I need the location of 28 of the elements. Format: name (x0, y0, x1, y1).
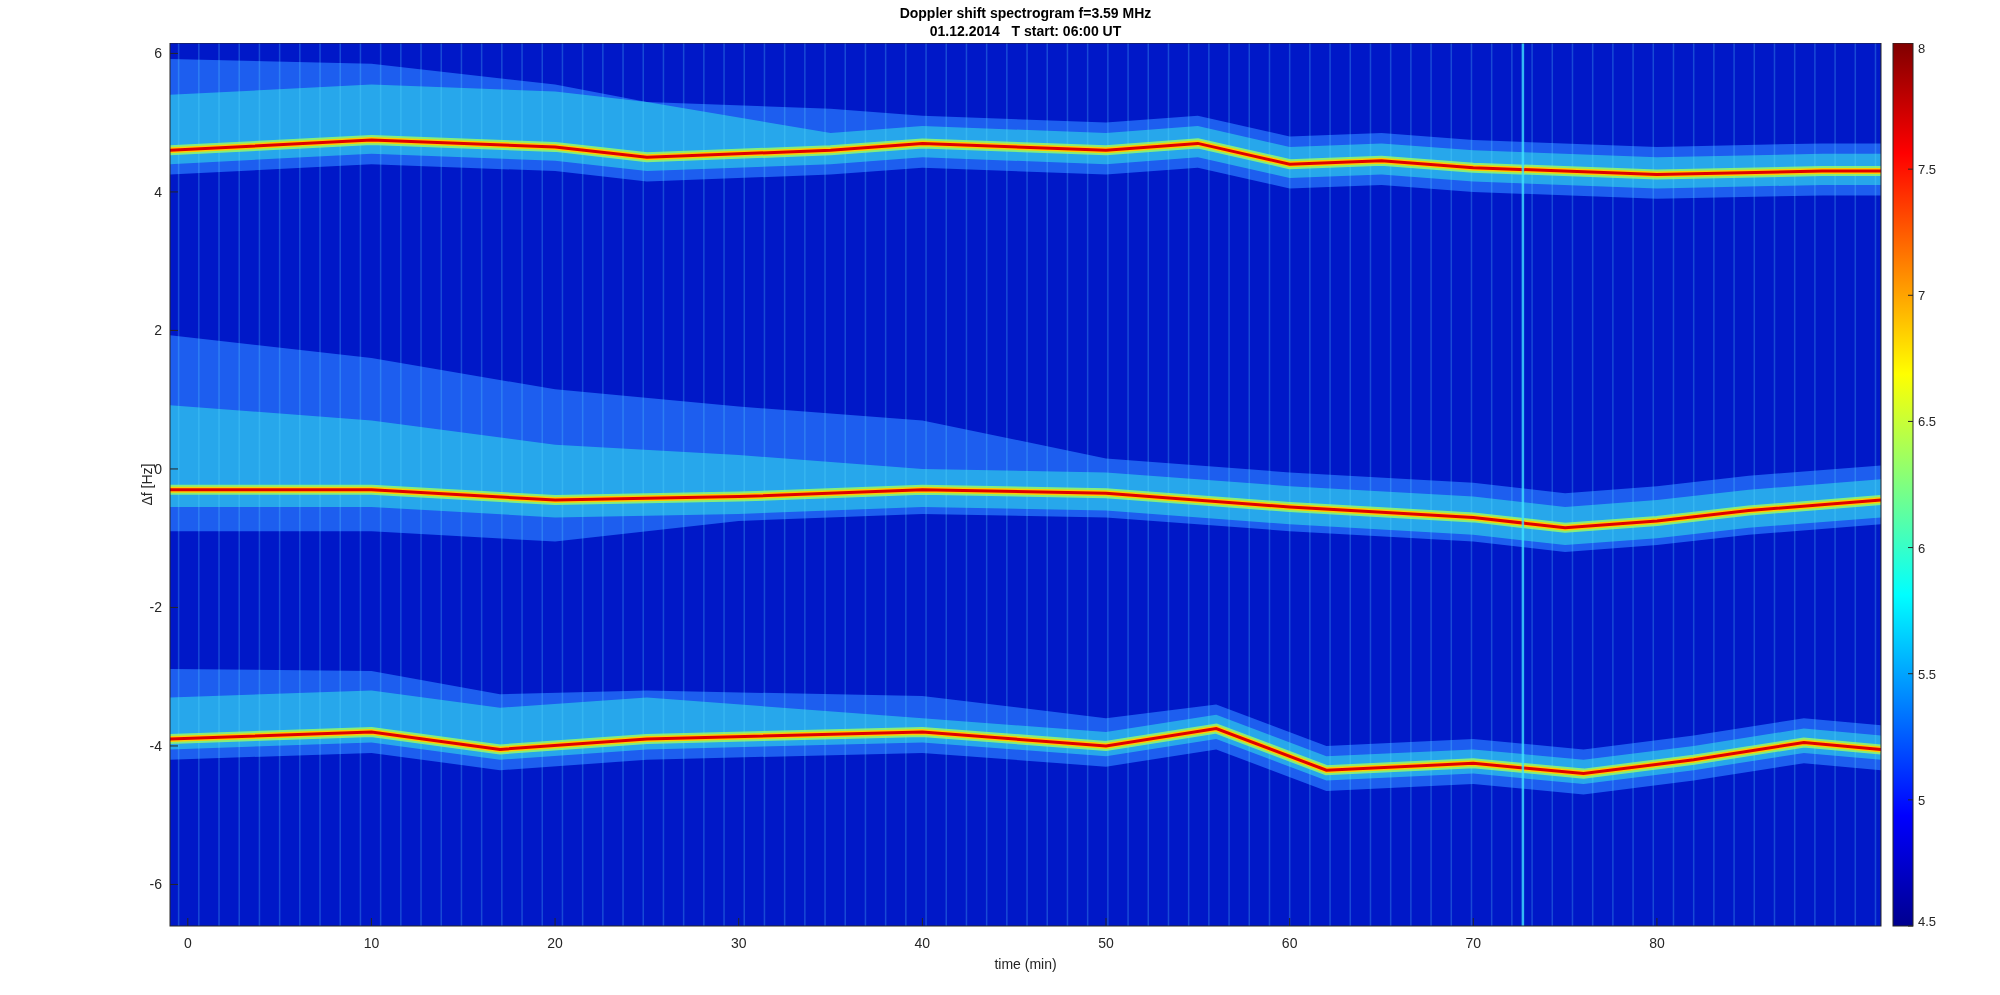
colorbar-tick-label: 7 (1918, 288, 1926, 304)
y-tick-label: -2 (149, 599, 162, 616)
colorbar-tick-label: 4.5 (1918, 914, 1937, 929)
colorbar-tick-label: 5 (1918, 792, 1926, 808)
x-tick-label: 20 (547, 935, 563, 951)
y-tick-label: 0 (154, 460, 162, 477)
x-tick-label: 70 (1465, 935, 1482, 951)
colorbar-tick-label: 6 (1918, 540, 1926, 556)
x-tick-label: 50 (1098, 935, 1114, 951)
x-tick-label: 80 (1649, 935, 1665, 951)
y-axis-label: Δf [Hz] (139, 463, 155, 506)
x-axis-label: time (min) (994, 956, 1057, 972)
x-tick-label: 40 (914, 935, 931, 951)
colorbar-tick-label: 8 (1918, 43, 1926, 56)
y-tick-label: 4 (154, 183, 162, 200)
y-tick-label: -6 (149, 876, 162, 893)
x-tick-label: 0 (183, 935, 192, 951)
colorbar-tick-label: 6.5 (1918, 414, 1937, 430)
x-tick-label: 30 (730, 935, 747, 951)
colorbar-tick-label: 5.5 (1918, 666, 1937, 682)
chart-title: Doppler shift spectrogram f=3.59 MHz (899, 3, 1152, 22)
chart-subtitle: 01.12.2014 T start: 06:00 UT (929, 21, 1122, 40)
y-tick-label: 6 (154, 45, 162, 62)
y-tick-label: 2 (154, 322, 162, 339)
y-tick-label: -4 (149, 737, 162, 754)
x-tick-label: 10 (363, 935, 380, 951)
colorbar-tick-label: 7.5 (1918, 162, 1937, 178)
x-tick-label: 60 (1281, 935, 1298, 951)
